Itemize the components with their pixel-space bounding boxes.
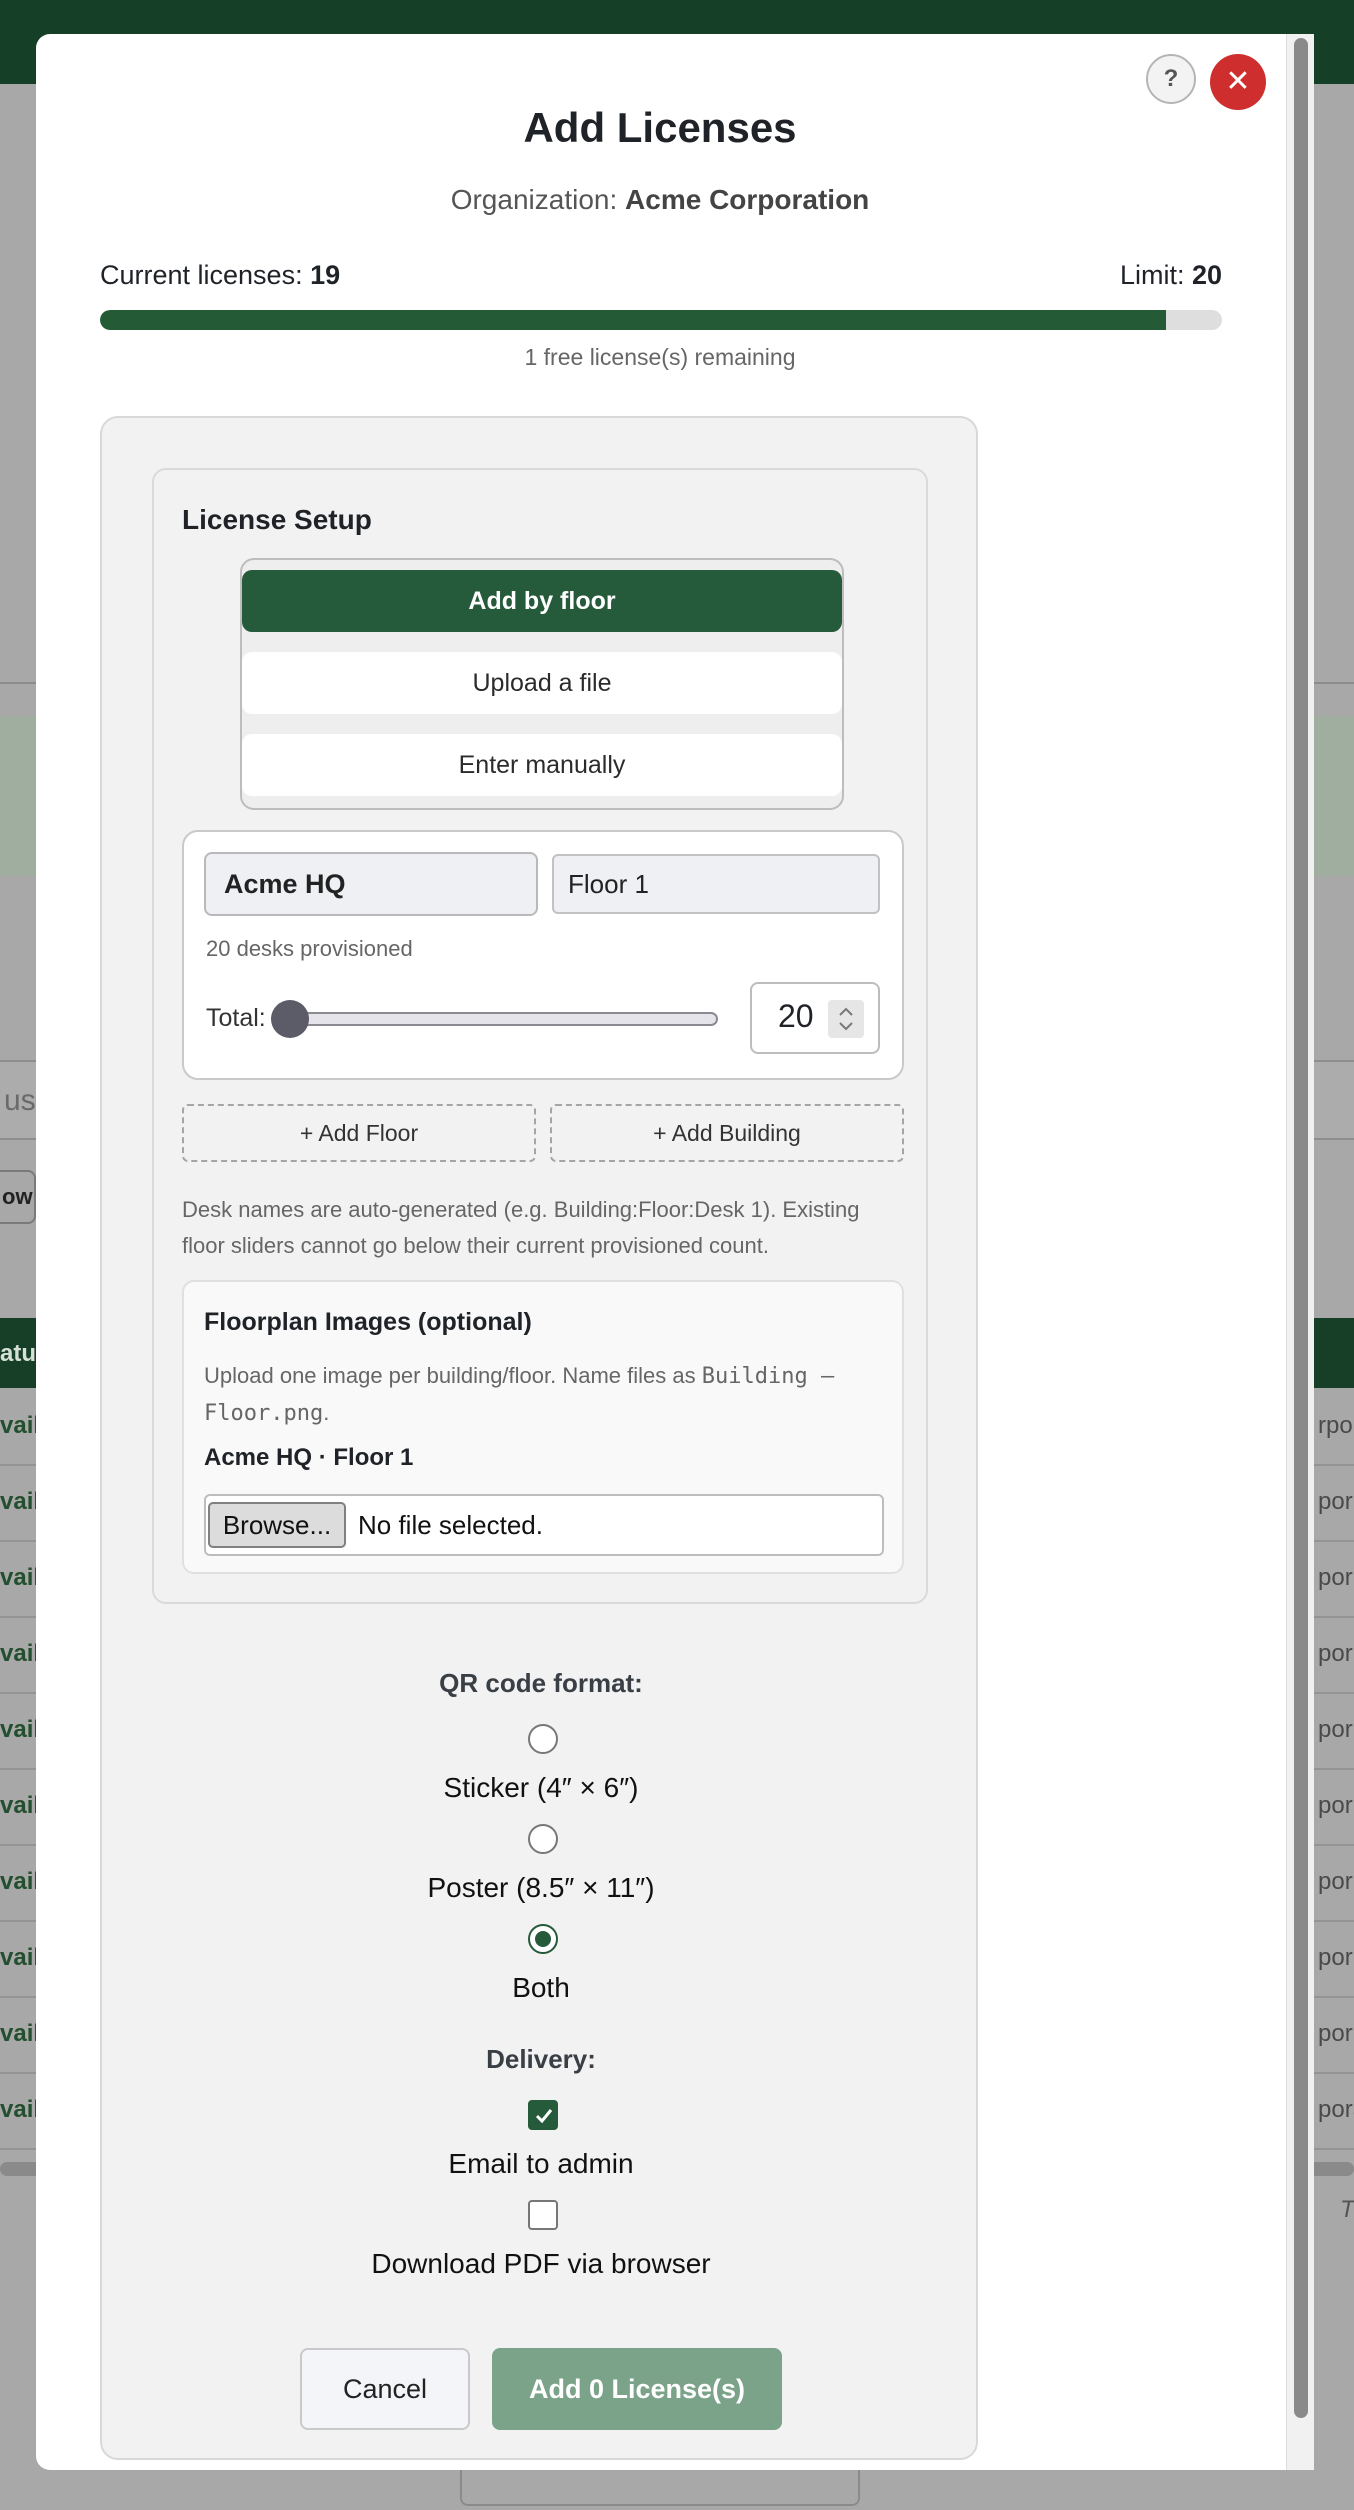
floor-entry-card: Acme HQ Floor 1 20 desks provisioned Tot… xyxy=(182,830,904,1080)
download-pdf-checkbox[interactable] xyxy=(528,2200,558,2230)
floorplan-desc-suffix: . xyxy=(323,1400,330,1425)
floorplan-desc-prefix: Upload one image per building/floor. Nam… xyxy=(204,1363,702,1388)
organization-line: Organization: Acme Corporation xyxy=(36,184,1284,216)
add-building-button[interactable]: + Add Building xyxy=(550,1104,904,1162)
mode-enter-manually-button[interactable]: Enter manually xyxy=(242,734,842,796)
floorplan-images-card: Floorplan Images (optional) Upload one i… xyxy=(182,1280,904,1574)
bg-row-org: por xyxy=(1318,1640,1353,1667)
license-limit-value: 20 xyxy=(1191,260,1222,290)
qr-poster-label: Poster (8.5″ × 11″) xyxy=(427,1872,655,1903)
bg-table-header-left: atu xyxy=(0,1340,36,1367)
file-status-text: No file selected. xyxy=(358,1510,543,1540)
help-button[interactable]: ? xyxy=(1146,54,1196,104)
qr-both-label: Both xyxy=(512,1972,570,2003)
remaining-licenses-text: 1 free license(s) remaining xyxy=(524,344,796,370)
modal-scrollbar-thumb[interactable] xyxy=(1294,38,1308,2418)
email-admin-label: Email to admin xyxy=(448,2148,634,2179)
bg-footer-text: T xyxy=(1340,2196,1354,2223)
add-licenses-button[interactable]: Add 0 License(s) xyxy=(492,2348,782,2430)
floor-input[interactable]: Floor 1 xyxy=(552,854,880,914)
qr-format-label: QR code format: xyxy=(439,1668,643,1698)
setup-mode-selector: Add by floor Upload a file Enter manuall… xyxy=(240,558,844,810)
cancel-button[interactable]: Cancel xyxy=(300,2348,470,2430)
email-admin-checkbox[interactable] xyxy=(528,2100,558,2130)
add-floor-button[interactable]: + Add Floor xyxy=(182,1104,536,1162)
bg-row-org: por xyxy=(1318,1792,1353,1819)
qr-sticker-label: Sticker (4″ × 6″) xyxy=(443,1772,639,1803)
browse-button[interactable]: Browse... xyxy=(208,1502,346,1548)
bg-row-org: rpor xyxy=(1318,1412,1354,1439)
close-button[interactable]: ✕ xyxy=(1210,54,1266,110)
bg-row-org: por xyxy=(1318,1716,1353,1743)
floorplan-images-description: Upload one image per building/floor. Nam… xyxy=(204,1358,894,1432)
license-form-card: License Setup Add by floor Upload a file… xyxy=(100,416,978,2460)
qr-poster-radio[interactable] xyxy=(528,1824,558,1854)
mode-add-by-floor-button[interactable]: Add by floor xyxy=(242,570,842,632)
floorplan-item-label: Acme HQ · Floor 1 xyxy=(204,1444,414,1471)
bg-row-org: por xyxy=(1318,2020,1353,2047)
license-setup-panel: License Setup Add by floor Upload a file… xyxy=(152,468,928,1604)
floorplan-file-input[interactable]: Browse... No file selected. xyxy=(204,1494,884,1556)
license-setup-title: License Setup xyxy=(182,504,372,535)
license-limit-label: Limit: xyxy=(1119,260,1192,290)
bg-row-org: por xyxy=(1318,1868,1353,1895)
license-usage-fill xyxy=(100,310,1166,330)
desks-provisioned-note: 20 desks provisioned xyxy=(206,936,413,961)
license-count-row: Current licenses: 19 Limit: 20 xyxy=(100,260,1222,300)
current-licenses: Current licenses: 19 xyxy=(100,260,340,291)
qr-both-radio[interactable] xyxy=(528,1924,558,1954)
total-label: Total: xyxy=(206,1004,266,1032)
total-number-value: 20 xyxy=(778,998,814,1034)
building-input[interactable]: Acme HQ xyxy=(204,852,538,916)
current-licenses-value: 19 xyxy=(310,260,341,290)
delivery-label: Delivery: xyxy=(486,2044,596,2074)
qr-sticker-radio[interactable] xyxy=(528,1724,558,1754)
license-limit: Limit: 20 xyxy=(1120,260,1222,291)
bg-search-text: us xyxy=(4,1084,36,1117)
add-licenses-modal: ? ✕ Add Licenses Organization: Acme Corp… xyxy=(36,34,1314,2470)
stepper-arrows-icon[interactable] xyxy=(828,1000,864,1038)
total-number-input[interactable]: 20 xyxy=(750,982,880,1054)
close-icon: ✕ xyxy=(1225,65,1251,98)
bg-row-button: ow xyxy=(0,1170,36,1224)
floorplan-images-title: Floorplan Images (optional) xyxy=(204,1308,532,1336)
organization-name: Acme Corporation xyxy=(625,184,870,215)
total-slider-handle[interactable] xyxy=(271,1000,309,1038)
license-usage-bar xyxy=(100,310,1222,330)
total-slider[interactable] xyxy=(271,1000,718,1038)
mode-upload-file-button[interactable]: Upload a file xyxy=(242,652,842,714)
bg-row-org: por xyxy=(1318,1564,1353,1591)
desk-naming-note: Desk names are auto-generated (e.g. Buil… xyxy=(182,1197,860,1258)
current-licenses-label: Current licenses: xyxy=(100,260,311,290)
modal-scrollbar[interactable] xyxy=(1286,34,1314,2470)
download-pdf-label: Download PDF via browser xyxy=(371,2248,711,2279)
bg-row-org: pora xyxy=(1318,2096,1354,2123)
modal-title: Add Licenses xyxy=(523,104,797,151)
bg-row-org: por xyxy=(1318,1488,1353,1515)
bg-row-button-label: ow xyxy=(2,1184,33,1209)
organization-prefix: Organization: xyxy=(450,184,626,215)
bg-row-org: por xyxy=(1318,1944,1353,1971)
checkmark-icon xyxy=(535,2109,553,2124)
